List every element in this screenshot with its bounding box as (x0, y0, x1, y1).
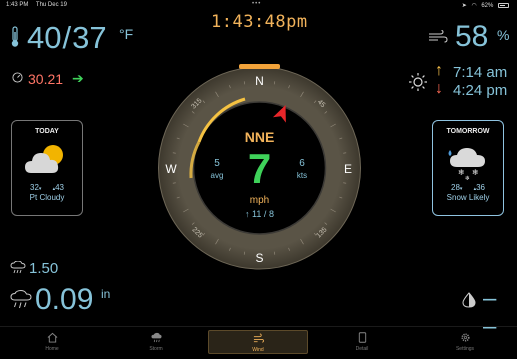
tab-wind[interactable]: Wind (208, 330, 308, 354)
temp-unit: °F (119, 26, 134, 42)
wind-avg-value: 5 (214, 158, 220, 169)
svg-text:❄: ❄ (458, 168, 465, 177)
multitask-dots[interactable]: ••• (252, 1, 261, 7)
tab-settings[interactable]: Settings (415, 330, 515, 354)
rain-cloud-icon (10, 290, 32, 309)
sunrise-time: 7:14 am (453, 64, 508, 81)
pressure-value: 30.21 (28, 71, 64, 87)
thermometer-icon (11, 26, 19, 47)
wind-speed: 7 (248, 145, 271, 192)
tomorrow-title: TOMORROW (446, 128, 490, 135)
wind-icon (253, 333, 264, 343)
gear-icon (460, 333, 470, 342)
today-desc: Pt Cloudy (29, 193, 65, 202)
north-indicator (239, 64, 280, 69)
tab-storm-label: Storm (149, 346, 163, 352)
wind-gust-label: kts (297, 171, 307, 180)
snow-icon: ❄ ❄ ❄ (448, 148, 485, 181)
tomorrow-forecast-card[interactable]: TOMORROW ❄ ❄ ❄ 28▾ ▴36 Snow Likely (432, 120, 504, 216)
tab-detail[interactable]: Detail (312, 330, 412, 354)
tab-settings-label: Settings (455, 346, 475, 352)
svg-text:❄: ❄ (465, 175, 470, 181)
humidity-wind-icon (429, 30, 448, 43)
temp-high: 40 (27, 20, 62, 55)
battery-icon (498, 2, 509, 8)
rain-total-value: 0.09 (35, 283, 94, 316)
wind-peak-value-2: 8 (269, 209, 274, 219)
pressure-trend-icon: ➔ (72, 70, 84, 86)
humidity-value: 58 (455, 20, 489, 53)
today-hilo: 32▾ ▴43 (12, 183, 82, 192)
rain-rate-value: 1.50 (29, 260, 59, 277)
status-time: 1:43 PM (6, 2, 29, 8)
compass-s-label: S (255, 251, 263, 265)
humidity-unit: % (497, 27, 510, 43)
temperature-readout: 40/37 (27, 20, 107, 56)
compass-w-label: W (165, 162, 177, 176)
home-icon (47, 332, 57, 343)
status-date: Thu Dec 19 (35, 2, 67, 8)
compass-n-label: N (255, 74, 264, 88)
tab-wind-label: Wind (252, 347, 264, 353)
partly-cloudy-icon (25, 145, 63, 173)
sunrise-arrow-icon: ↑ (435, 62, 443, 79)
status-bar: 1:43 PM Thu Dec 19 ••• ➤ ◠ 62% (0, 0, 517, 10)
sunset-arrow-icon: ↓ (435, 80, 443, 97)
today-title: TODAY (35, 128, 59, 135)
battery-percent: 62% (481, 3, 494, 9)
tomorrow-low-marker: ▾ (459, 186, 463, 192)
tomorrow-low: 28 (451, 183, 460, 192)
barometer-icon (12, 72, 23, 83)
wind-unit: mph (250, 195, 269, 206)
wind-peak-arrow: ↑ (245, 209, 250, 219)
tomorrow-desc: Snow Likely (446, 193, 490, 202)
svg-text:❄: ❄ (472, 168, 479, 177)
current-time: 1:43:48pm (211, 12, 308, 32)
tab-detail-label: Detail (355, 346, 369, 352)
storm-icon (150, 332, 162, 343)
sunset-time: 4:24 pm (453, 82, 508, 99)
temp-separator: / (62, 20, 72, 55)
wind-compass[interactable]: N S W E 45 135 225 315 NNE 7 mph 5 avg 6… (157, 62, 362, 274)
tab-storm[interactable]: Storm (106, 330, 206, 354)
wind-peak: ↑ 11 / 8 (245, 209, 274, 219)
tab-home-label: Home (45, 346, 59, 352)
today-forecast-card[interactable]: TODAY 32▾ ▴43 Pt Cloudy (11, 120, 83, 216)
wind-peak-separator: / (264, 209, 267, 219)
wind-peak-value: 11 (252, 209, 261, 219)
tab-home[interactable]: Home (2, 330, 102, 354)
location-icon: ➤ (461, 3, 467, 9)
today-high: 43 (55, 183, 64, 192)
tab-bar: Home Storm Wind Detail Settings (0, 326, 517, 359)
wifi-icon: ◠ (471, 3, 477, 9)
compass-e-label: E (344, 162, 352, 176)
detail-icon (358, 332, 366, 343)
sun-icon (409, 73, 427, 91)
temp-low: 37 (72, 20, 107, 55)
today-low: 32 (30, 183, 39, 192)
tomorrow-high: 36 (476, 183, 485, 192)
wind-direction: NNE (245, 129, 275, 145)
tomorrow-hilo: 28▾ ▴36 (433, 183, 503, 192)
today-low-marker: ▾ (38, 186, 42, 192)
rain-rate-icon (10, 261, 26, 274)
droplet-icon (462, 292, 476, 308)
wind-gust-value: 6 (299, 158, 305, 169)
wind-avg-label: avg (211, 171, 224, 180)
rain-unit: in (101, 287, 111, 301)
